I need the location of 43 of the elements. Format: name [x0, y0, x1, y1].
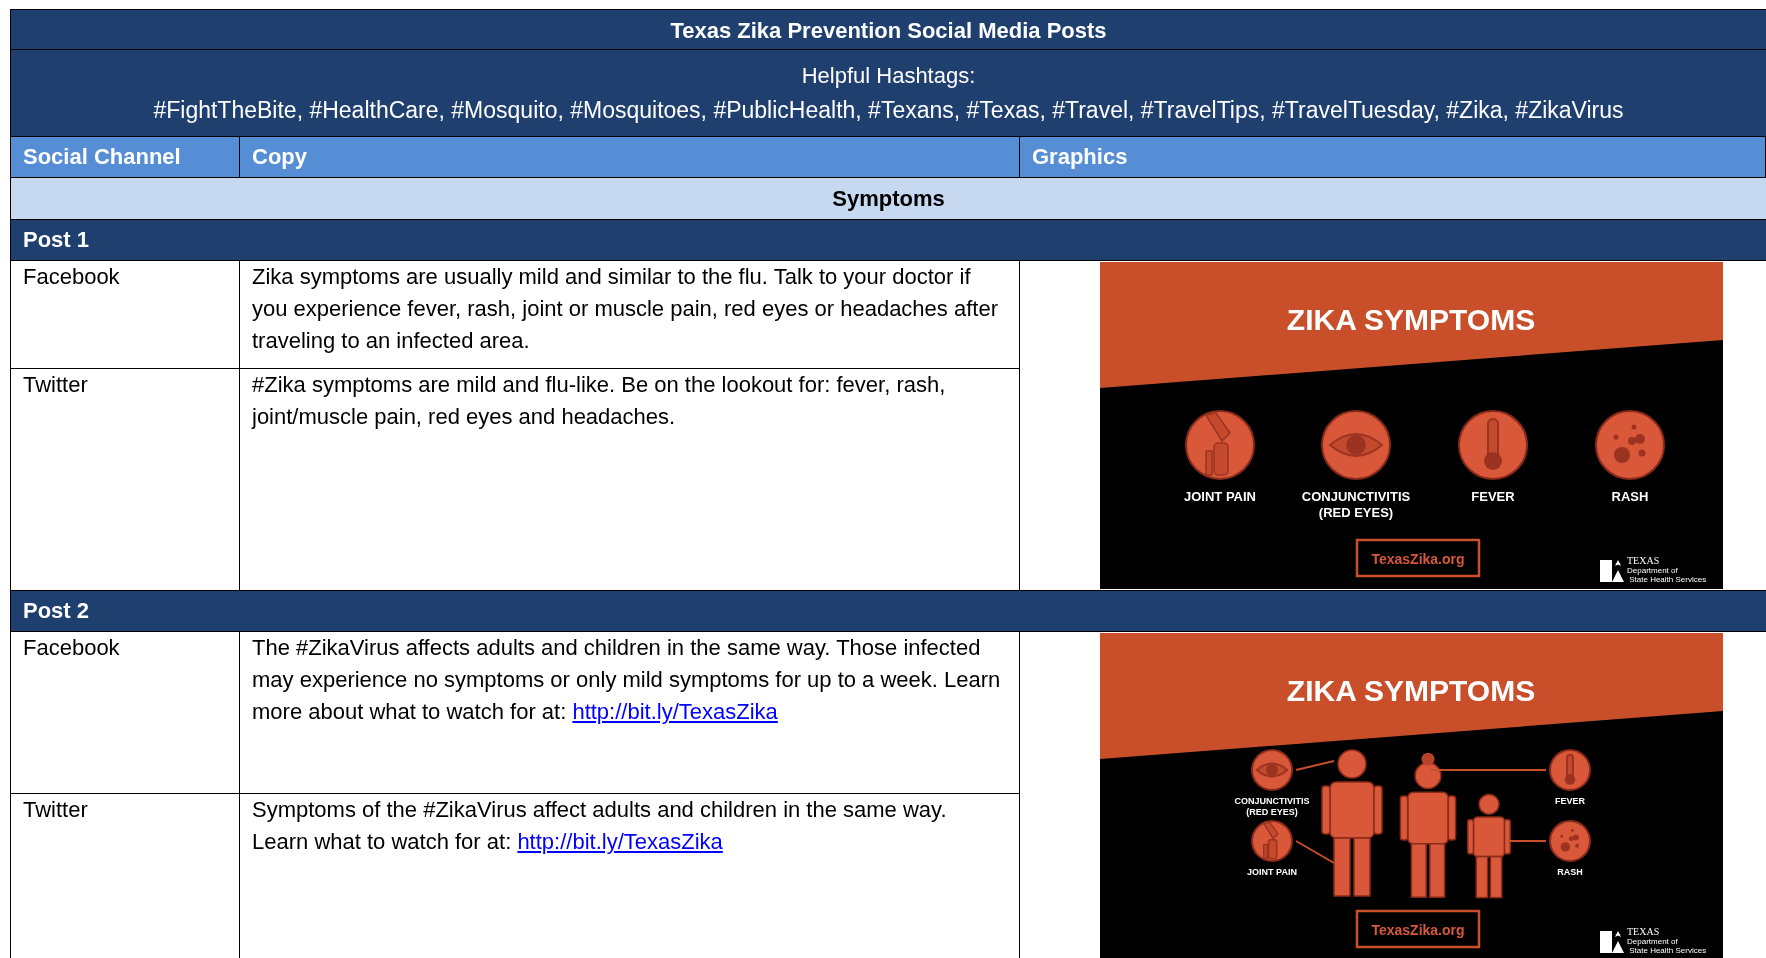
post-heading: Post 1	[10, 220, 1766, 261]
hashtags-list: #FightTheBite, #HealthCare, #Mosquito, #Mosquitoes, #PublicHealth, #Texans, #Texas, #Travel, #TravelTips, #TravelTuesday, #Zika, #ZikaVirus	[11, 93, 1766, 128]
thermometer-icon	[1458, 410, 1528, 480]
symptom-label: CONJUNCTIVITIS (RED EYES)	[1301, 489, 1411, 521]
website-label: TexasZika.org	[1371, 551, 1465, 567]
link[interactable]: http://bit.ly/TexasZika	[572, 699, 778, 724]
symptom-label: FEVER	[1471, 489, 1515, 504]
table-cell: Symptoms of the #ZikaVirus affect adults and children in the same way. Learn what to watch for at: http://bit.ly/TexasZika	[240, 794, 1020, 958]
table-cell: Facebook	[11, 632, 240, 794]
thermometer-icon	[1549, 749, 1591, 791]
logo-text: TEXAS	[1627, 926, 1660, 937]
table-cell: Twitter	[11, 794, 240, 958]
infographic-title: ZIKA SYMPTOMS	[1286, 674, 1536, 707]
table-cell: Zika symptoms are usually mild and similar to the flu. Talk to your doctor if you experience fever, rash, joint or muscle pain, red eyes or headaches after traveling to an infected area.	[240, 261, 1020, 369]
infographic-title: ZIKA SYMPTOMS	[1286, 303, 1536, 336]
logo-subtitle: Department of State Health Services	[1627, 937, 1707, 955]
leader-line	[1507, 840, 1547, 842]
symptom-label: RASH	[1611, 489, 1649, 504]
leader-line	[1295, 840, 1335, 864]
symptom-label: FEVER	[1555, 796, 1585, 806]
table-cell: Facebook	[11, 261, 240, 369]
hashtags-label: Helpful Hashtags:	[800, 62, 977, 90]
symptom-label: JOINT PAIN	[1184, 489, 1256, 504]
eye-icon	[1321, 410, 1391, 480]
knee-joint-icon	[1185, 410, 1255, 480]
logo-text: TEXAS	[1627, 555, 1660, 566]
spots-icon	[1549, 820, 1591, 862]
knee-joint-icon	[1251, 820, 1293, 862]
symptom-label: JOINT PAIN	[1247, 867, 1297, 877]
logo-subtitle: Department of State Health Services	[1627, 566, 1707, 584]
leader-line	[1295, 760, 1335, 771]
table-cell: The #ZikaVirus affects adults and children in the same way. Those infected may experience no symptoms or only mild symptoms for up to a week. Learn more about what to watch for at: http://bit.ly/TexasZika	[240, 632, 1020, 794]
symptom-label: RASH	[1557, 867, 1583, 877]
post-heading: Post 2	[10, 591, 1766, 632]
spots-icon	[1595, 410, 1665, 480]
table-title: Texas Zika Prevention Social Media Posts	[10, 9, 1766, 50]
link[interactable]: http://bit.ly/TexasZika	[517, 829, 723, 854]
section-heading: Symptoms	[10, 178, 1766, 220]
website-label: TexasZika.org	[1371, 922, 1465, 938]
star-logo-icon	[1600, 931, 1624, 953]
star-logo-icon	[1600, 560, 1624, 582]
eye-icon	[1251, 749, 1293, 791]
symptom-label: CONJUNCTIVITIS (RED EYES)	[1234, 796, 1310, 818]
